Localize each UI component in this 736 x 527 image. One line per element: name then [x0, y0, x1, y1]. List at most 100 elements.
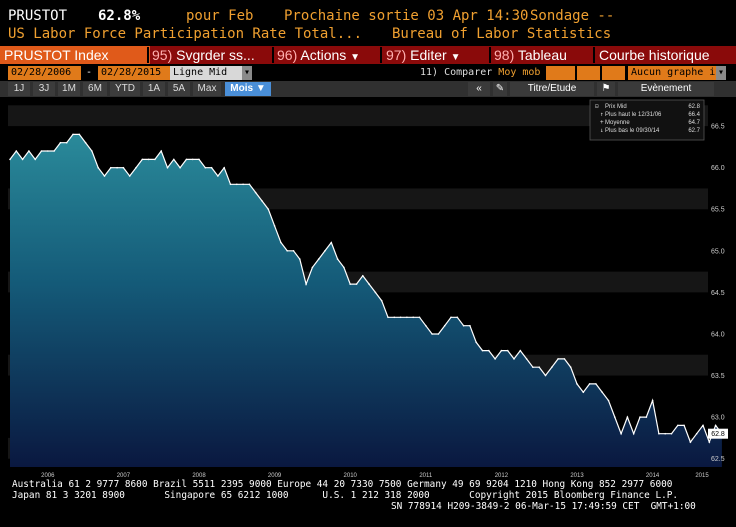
legend-label: Plus bas le 09/30/14: [605, 128, 660, 134]
data-point: [336, 258, 339, 260]
tab-6m[interactable]: 6M: [83, 82, 107, 96]
legend-label: Moyenne: [605, 120, 630, 126]
data-point: [141, 158, 144, 161]
data-point: [393, 316, 396, 319]
moving-average-param-3[interactable]: [602, 66, 625, 80]
data-point: [229, 183, 232, 186]
data-point: [362, 275, 364, 277]
period-select-label: Mois: [230, 83, 254, 94]
data-point: [236, 183, 238, 186]
title-study-button[interactable]: Titre/Etude: [510, 82, 594, 96]
data-point: [116, 166, 118, 169]
data-point: [425, 324, 427, 327]
y-tick-label: 65.5: [711, 207, 725, 214]
moving-average-param-1[interactable]: [546, 66, 575, 80]
data-point: [406, 316, 408, 319]
tab-max[interactable]: Max: [193, 82, 221, 96]
data-point: [431, 333, 433, 335]
last-value-marker: 62.8: [708, 428, 728, 439]
data-point: [223, 166, 225, 169]
chevron-down-icon[interactable]: ▾: [716, 66, 726, 80]
data-point: [689, 441, 692, 443]
data-point: [519, 349, 522, 352]
table-button[interactable]: 98) Tableau: [494, 46, 592, 64]
data-point: [500, 349, 503, 352]
date-range-dash: -: [85, 67, 93, 78]
flag-icon[interactable]: ⚑: [597, 82, 615, 96]
edit-menu-label: Editer: [410, 47, 447, 63]
data-point: [563, 358, 566, 360]
compare-control[interactable]: 11) Comparer Moy mob: [420, 66, 540, 80]
ticker-label: PRUSTOT: [8, 8, 68, 24]
index-field[interactable]: PRUSTOT Index: [0, 46, 150, 64]
data-point: [254, 191, 257, 194]
data-point: [292, 250, 295, 252]
data-point: [15, 150, 18, 152]
line-type-select[interactable]: Ligne Mid: [170, 66, 243, 80]
lower-graph-select[interactable]: Aucun graphe inf: [628, 66, 717, 80]
menu-bar: PRUSTOT Index 95) Svgrder ss... 96) Acti…: [0, 46, 736, 64]
edit-pencil-icon[interactable]: ✎: [493, 82, 507, 96]
save-button-label: Svgrder ss...: [176, 47, 255, 63]
data-point: [72, 133, 74, 136]
last-value: 62.8%: [98, 8, 141, 24]
start-date-field[interactable]: 02/28/2006: [8, 66, 81, 80]
data-point: [475, 341, 478, 344]
data-point: [84, 141, 87, 144]
data-point: [620, 432, 622, 435]
tab-1m[interactable]: 1M: [58, 82, 80, 96]
save-button-num: 95): [152, 47, 173, 63]
data-point: [128, 175, 131, 177]
legend-value: 62.7: [688, 128, 700, 134]
high-arrow-icon: ↑: [600, 111, 604, 118]
footer-contacts-line2: Japan 81 3 3201 8900 Singapore 65 6212 1…: [12, 490, 679, 501]
tab-3j[interactable]: 3J: [33, 82, 55, 96]
average-icon: +: [600, 119, 604, 126]
data-point: [305, 283, 307, 285]
dropdown-arrow-icon: ▼: [450, 52, 461, 63]
edit-menu[interactable]: 97) Editer ▼: [386, 46, 486, 64]
actions-menu[interactable]: 96) Actions ▼: [277, 46, 367, 64]
tab-1j[interactable]: 1J: [8, 82, 30, 96]
data-point: [588, 383, 591, 385]
data-point: [248, 183, 251, 186]
legend-collapse-icon[interactable]: ⊟: [595, 103, 599, 110]
data-point: [651, 399, 654, 402]
data-point: [273, 225, 276, 227]
data-point: [210, 166, 213, 169]
data-point: [267, 208, 270, 210]
period-select[interactable]: Mois ▼: [225, 82, 271, 96]
data-point: [683, 424, 685, 427]
tab-5a[interactable]: 5A: [168, 82, 190, 96]
last-value-label: 62.8: [711, 431, 725, 438]
compare-label: Comparer: [444, 67, 493, 78]
data-point: [280, 241, 282, 244]
save-button[interactable]: 95) Svgrder ss...: [152, 46, 270, 64]
tab-ytd[interactable]: YTD: [110, 82, 140, 96]
chevron-down-icon[interactable]: ▾: [242, 66, 252, 80]
period-label: pour Feb: [186, 8, 254, 24]
y-axis-labels: 66.5 66.0 65.5 65.0 64.5 64.0 63.5 63.0 62.5: [711, 124, 725, 464]
y-tick-label: 63.0: [711, 415, 725, 422]
data-point: [311, 266, 314, 269]
data-point: [349, 283, 352, 285]
legend-label: Plus haut le 12/31/06: [605, 112, 662, 118]
data-point: [147, 158, 150, 161]
data-point: [135, 166, 137, 169]
data-point: [670, 432, 673, 435]
data-point: [714, 424, 717, 427]
end-date-field[interactable]: 02/28/2015: [98, 66, 171, 80]
data-point: [97, 166, 99, 169]
collapse-button[interactable]: «: [468, 82, 490, 96]
y-tick-label: 66.5: [711, 124, 725, 131]
data-point: [374, 291, 377, 294]
moving-average-param-2[interactable]: [577, 66, 600, 80]
chevron-down-icon: ▼: [255, 83, 266, 94]
data-point: [198, 158, 200, 161]
data-point: [380, 299, 383, 302]
period-tabs: 1J 3J 1M 6M YTD 1A 5A Max Mois ▼ « ✎ Tit…: [0, 81, 736, 97]
event-button[interactable]: Evènement: [618, 82, 714, 96]
data-point: [368, 283, 370, 285]
data-point: [103, 175, 106, 177]
tab-1a[interactable]: 1A: [143, 82, 165, 96]
